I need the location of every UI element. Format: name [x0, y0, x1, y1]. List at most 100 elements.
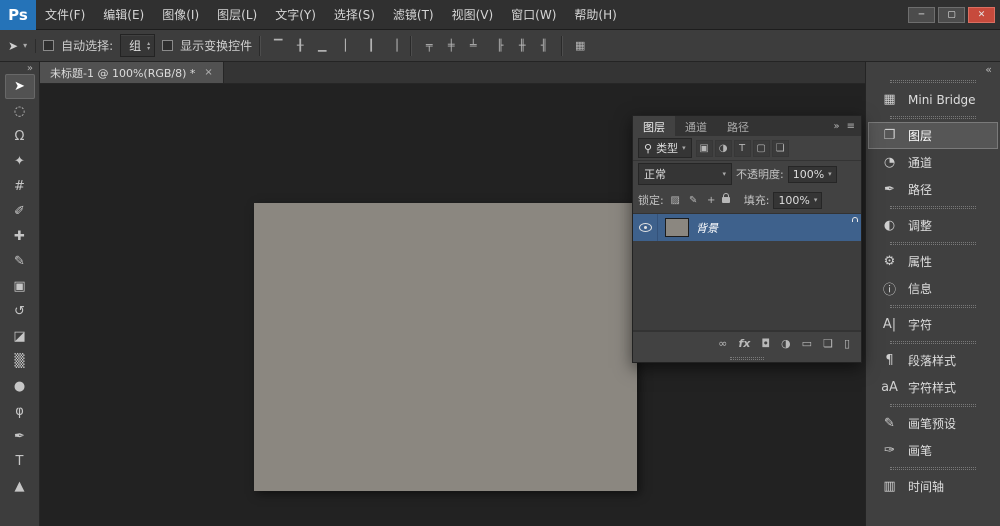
align-vertical-centers-icon[interactable]: ╂	[290, 36, 310, 56]
distribute-left-edges-icon[interactable]: ╟	[490, 36, 510, 56]
move-tool[interactable]: ➤	[5, 74, 35, 99]
pen-tool[interactable]: ✒	[5, 424, 35, 449]
elliptical-marquee-tool[interactable]: ◌	[5, 99, 35, 124]
layer-style-icon[interactable]: fx	[738, 337, 750, 350]
blend-mode-select[interactable]: 正常 ▾	[638, 163, 732, 185]
new-adjustment-layer-icon[interactable]: ◑	[781, 337, 791, 350]
path-selection-tool[interactable]: ▲	[5, 474, 35, 499]
document-tab[interactable]: 未标题-1 @ 100%(RGB/8) * ×	[40, 62, 224, 83]
crop-tool[interactable]: #	[5, 174, 35, 199]
lasso-tool[interactable]: Ω	[5, 124, 35, 149]
filter-shape-layers-icon[interactable]: ▢	[753, 140, 770, 157]
magic-wand-tool[interactable]: ✦	[5, 149, 35, 174]
eyedropper-tool[interactable]: ✐	[5, 199, 35, 224]
distribute-bottom-edges-icon[interactable]: ╧	[463, 36, 483, 56]
dock-drag-handle[interactable]	[866, 338, 1000, 347]
tab-layers[interactable]: 图层	[633, 116, 675, 136]
panel-button-character[interactable]: A| 字符	[868, 311, 998, 338]
delete-layer-icon[interactable]: ▯	[844, 337, 850, 350]
align-right-edges-icon[interactable]: ▕	[383, 36, 403, 56]
panel-menu-icon[interactable]: ≡	[847, 121, 855, 132]
dock-drag-handle[interactable]	[866, 464, 1000, 473]
layer-thumbnail[interactable]	[665, 218, 689, 237]
auto-select-scope-select[interactable]: 组 ▴▾	[120, 34, 155, 57]
lock-position-icon[interactable]: +	[704, 195, 719, 206]
menu-item-edit[interactable]: 编辑(E)	[94, 0, 153, 30]
type-tool[interactable]: T	[5, 449, 35, 474]
eraser-tool[interactable]: ◪	[5, 324, 35, 349]
panel-button-mini-bridge[interactable]: ▦ Mini Bridge	[868, 86, 998, 113]
menu-item-image[interactable]: 图像(I)	[153, 0, 208, 30]
new-layer-icon[interactable]: ❏	[823, 337, 833, 350]
filter-type-layers-icon[interactable]: T	[734, 140, 751, 157]
align-bottom-edges-icon[interactable]: ▁	[312, 36, 332, 56]
tool-preset-picker[interactable]: ➤ ▾	[8, 39, 36, 53]
menu-item-layer[interactable]: 图层(L)	[208, 0, 266, 30]
lock-image-pixels-icon[interactable]: ✎	[686, 195, 701, 206]
collapse-tools-icon[interactable]: »	[27, 62, 39, 74]
dodge-tool[interactable]: φ	[5, 399, 35, 424]
distribute-vertical-centers-icon[interactable]: ╪	[441, 36, 461, 56]
lock-transparent-pixels-icon[interactable]: ▨	[668, 195, 683, 206]
link-layers-icon[interactable]: ∞	[718, 337, 727, 350]
minimize-button[interactable]: ─	[908, 7, 935, 23]
clone-stamp-tool[interactable]: ▣	[5, 274, 35, 299]
panel-resize-grip[interactable]	[633, 355, 861, 362]
dock-drag-handle[interactable]	[866, 302, 1000, 311]
panel-button-adjustments[interactable]: ◐ 调整	[868, 212, 998, 239]
menu-item-select[interactable]: 选择(S)	[325, 0, 384, 30]
align-horizontal-centers-icon[interactable]: ┃	[361, 36, 381, 56]
auto-align-layers-icon[interactable]: ▦	[570, 36, 590, 56]
panel-button-info[interactable]: ⓘ 信息	[868, 275, 998, 302]
maximize-button[interactable]: ▢	[938, 7, 965, 23]
dock-drag-handle[interactable]	[866, 401, 1000, 410]
brush-tool[interactable]: ✎	[5, 249, 35, 274]
show-transform-controls-checkbox[interactable]	[162, 40, 173, 51]
tab-paths[interactable]: 路径	[717, 116, 759, 136]
visibility-toggle[interactable]	[633, 214, 658, 241]
align-left-edges-icon[interactable]: ▏	[339, 36, 359, 56]
menu-item-window[interactable]: 窗口(W)	[502, 0, 565, 30]
tab-channels[interactable]: 通道	[675, 116, 717, 136]
distribute-top-edges-icon[interactable]: ╤	[419, 36, 439, 56]
collapse-panel-icon[interactable]: »	[833, 121, 839, 132]
filter-adjustment-layers-icon[interactable]: ◑	[715, 140, 732, 157]
panel-button-paths[interactable]: ✒ 路径	[868, 176, 998, 203]
blur-tool[interactable]: ●	[5, 374, 35, 399]
menu-item-filter[interactable]: 滤镜(T)	[384, 0, 443, 30]
menu-item-help[interactable]: 帮助(H)	[565, 0, 625, 30]
menu-item-file[interactable]: 文件(F)	[36, 0, 94, 30]
lock-all-button[interactable]	[722, 197, 740, 203]
dock-drag-handle[interactable]	[866, 113, 1000, 122]
distribute-horizontal-centers-icon[interactable]: ╫	[512, 36, 532, 56]
history-brush-tool[interactable]: ↺	[5, 299, 35, 324]
healing-brush-tool[interactable]: ✚	[5, 224, 35, 249]
dock-drag-handle[interactable]	[866, 203, 1000, 212]
auto-select-checkbox[interactable]	[43, 40, 54, 51]
panel-button-brush[interactable]: ✑ 画笔	[868, 437, 998, 464]
panel-button-paragraph-styles[interactable]: ¶ 段落样式	[868, 347, 998, 374]
panel-button-properties[interactable]: ⚙ 属性	[868, 248, 998, 275]
canvas-document[interactable]	[254, 203, 637, 491]
opacity-input[interactable]: 100% ▾	[788, 166, 837, 183]
panel-button-channels[interactable]: ◔ 通道	[868, 149, 998, 176]
filter-pixel-layers-icon[interactable]: ▣	[696, 140, 713, 157]
expand-panels-icon[interactable]: «	[985, 63, 992, 76]
align-top-edges-icon[interactable]: ▔	[268, 36, 288, 56]
new-group-icon[interactable]: ▭	[802, 337, 812, 350]
fill-input[interactable]: 100% ▾	[773, 192, 822, 209]
gradient-tool[interactable]: ▒	[5, 349, 35, 374]
menu-item-type[interactable]: 文字(Y)	[266, 0, 325, 30]
dock-drag-handle[interactable]	[866, 239, 1000, 248]
close-button[interactable]: ✕	[968, 7, 995, 23]
panel-button-layers[interactable]: ❐ 图层	[868, 122, 998, 149]
filter-smart-objects-icon[interactable]: ❏	[772, 140, 789, 157]
menu-item-view[interactable]: 视图(V)	[443, 0, 503, 30]
add-layer-mask-icon[interactable]: ◘	[761, 337, 770, 350]
distribute-right-edges-icon[interactable]: ╢	[534, 36, 554, 56]
panel-button-character-styles[interactable]: aA 字符样式	[868, 374, 998, 401]
panel-button-timeline[interactable]: ▥ 时间轴	[868, 473, 998, 500]
dock-drag-handle[interactable]	[866, 77, 1000, 86]
panel-button-brush-presets[interactable]: ✎ 画笔预设	[868, 410, 998, 437]
close-tab-icon[interactable]: ×	[204, 67, 212, 78]
